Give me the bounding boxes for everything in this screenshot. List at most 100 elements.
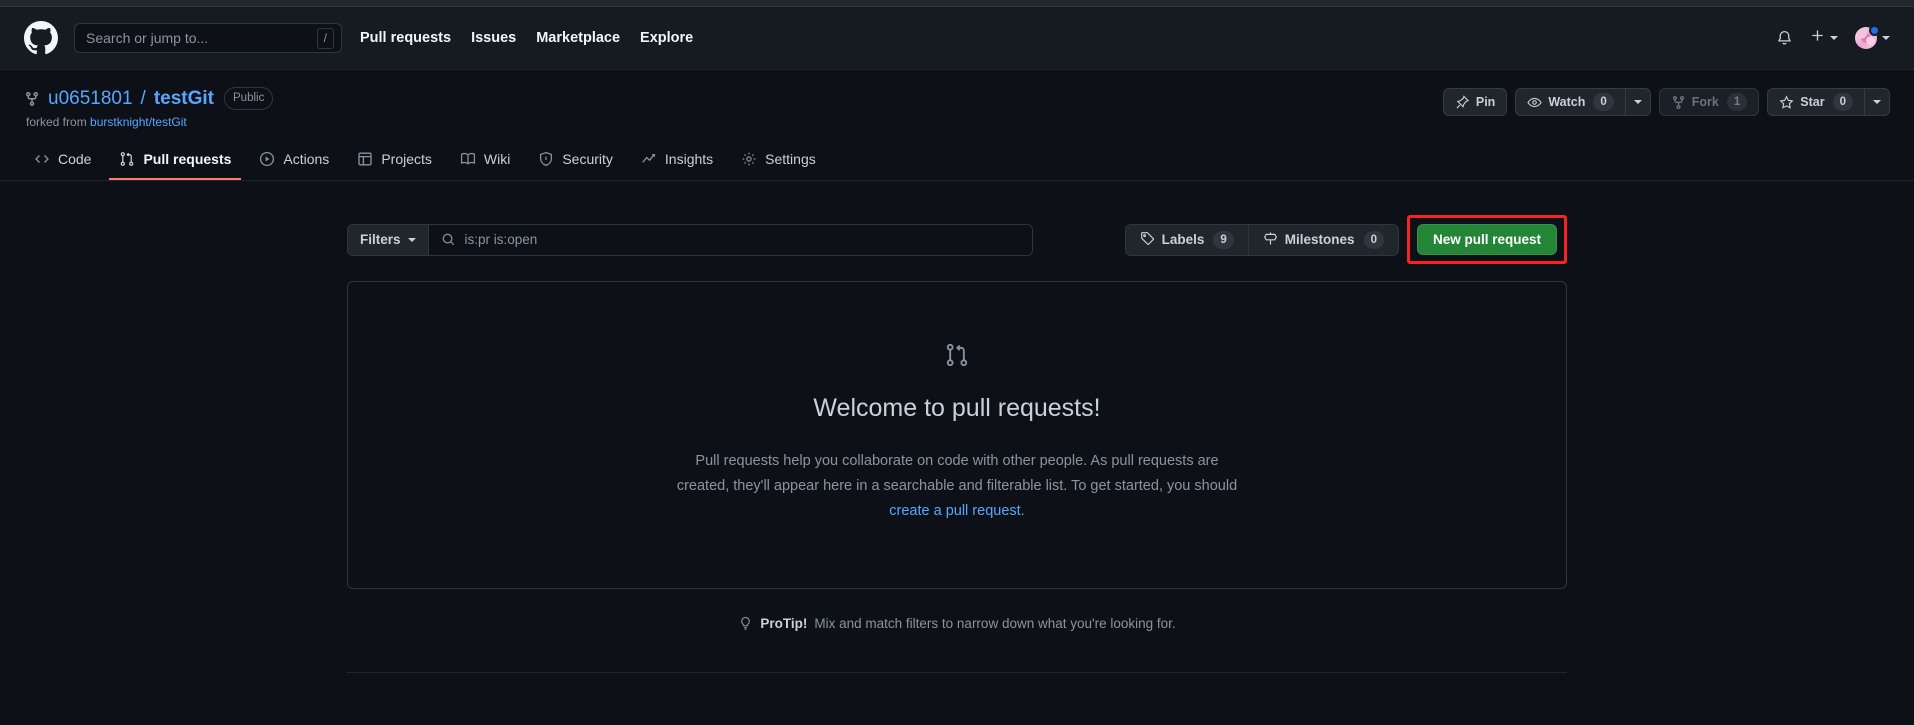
forked-from-label: forked from <box>26 115 87 129</box>
repo-name-link[interactable]: testGit <box>154 88 214 110</box>
github-mark-icon[interactable] <box>24 21 58 55</box>
tab-projects[interactable]: Projects <box>347 143 442 180</box>
tab-settings-label: Settings <box>765 151 816 167</box>
toolbar-right-actions: Labels 9 Milestones 0 New pull request <box>1124 215 1567 264</box>
git-pull-request-icon <box>119 151 135 167</box>
labels-count: 9 <box>1213 230 1234 249</box>
pr-search-value: is:pr is:open <box>464 232 538 247</box>
star-button[interactable]: Star 0 <box>1767 88 1865 116</box>
code-icon <box>34 151 50 167</box>
labels-label: Labels <box>1161 232 1205 247</box>
tab-insights[interactable]: Insights <box>631 143 723 180</box>
search-placeholder-text: Search or jump to... <box>86 30 209 46</box>
fork-count: 1 <box>1726 93 1748 111</box>
create-pull-request-link[interactable]: create a pull request <box>889 503 1020 519</box>
global-nav-issues[interactable]: Issues <box>471 30 516 46</box>
fork-label: Fork <box>1691 95 1719 109</box>
git-pull-request-icon <box>368 342 1546 368</box>
tab-wiki[interactable]: Wiki <box>450 143 520 180</box>
filters-dropdown-button[interactable]: Filters <box>348 224 429 255</box>
table-icon <box>357 151 373 167</box>
global-nav-explore[interactable]: Explore <box>640 30 693 46</box>
repo-forked-icon <box>24 91 40 107</box>
watch-button-group: Watch 0 <box>1515 88 1651 116</box>
star-count: 0 <box>1832 93 1853 111</box>
labels-milestones-group: Labels 9 Milestones 0 <box>1124 223 1399 256</box>
milestone-icon <box>1263 231 1278 249</box>
tab-actions[interactable]: Actions <box>249 143 339 180</box>
search-icon <box>441 232 456 247</box>
browser-chrome-strip <box>0 0 1914 7</box>
repository-nav: Code Pull requests Actions Projects Wiki… <box>0 143 1914 181</box>
tab-projects-label: Projects <box>381 151 432 167</box>
watch-label: Watch <box>1548 95 1586 109</box>
chevron-down-icon <box>1882 36 1890 40</box>
watch-dropdown-button[interactable] <box>1625 88 1651 116</box>
gear-icon <box>741 151 757 167</box>
star-dropdown-button[interactable] <box>1865 88 1890 116</box>
page-root: Search or jump to... / Pull requests Iss… <box>0 0 1914 725</box>
protip-text: Mix and match filters to narrow down wha… <box>814 616 1176 631</box>
tab-wiki-label: Wiki <box>483 151 511 167</box>
watch-count: 0 <box>1593 93 1614 111</box>
create-new-menu[interactable] <box>1810 28 1838 48</box>
repo-owner-link[interactable]: u0651801 <box>48 88 133 110</box>
status-dot <box>1869 25 1880 36</box>
pr-search-input[interactable]: is:pr is:open <box>428 224 1032 255</box>
avatar <box>1855 25 1880 49</box>
tab-insights-label: Insights <box>664 151 714 167</box>
shield-icon <box>538 151 554 167</box>
chevron-down-icon <box>1633 100 1642 104</box>
blankslate-text-part1: Pull requests help you collaborate on co… <box>676 453 1238 494</box>
milestones-label: Milestones <box>1284 232 1355 247</box>
book-icon <box>460 151 476 167</box>
tab-actions-label: Actions <box>283 151 330 167</box>
repo-forked-icon <box>1671 95 1686 110</box>
tag-icon <box>1140 231 1155 249</box>
tab-pull-requests[interactable]: Pull requests <box>109 143 242 180</box>
forked-from-line: forked from burstknight/testGit <box>24 115 1890 129</box>
chevron-down-icon <box>1830 36 1838 40</box>
global-nav-pull-requests[interactable]: Pull requests <box>360 30 451 46</box>
play-icon <box>259 151 275 167</box>
blankslate-title: Welcome to pull requests! <box>813 394 1101 422</box>
new-pull-request-highlight-wrapper: New pull request <box>1406 215 1567 264</box>
pull-requests-blankslate: Welcome to pull requests! Pull requests … <box>347 281 1567 589</box>
milestones-count: 0 <box>1363 230 1384 249</box>
eye-icon <box>1527 95 1543 110</box>
repository-actions: Pin Watch 0 Fork 1 Star 0 <box>1442 88 1890 116</box>
star-label: Star <box>1800 95 1825 109</box>
pin-button[interactable]: Pin <box>1442 88 1508 116</box>
lightbulb-icon <box>738 616 753 631</box>
user-menu[interactable] <box>1855 25 1890 49</box>
global-search-input[interactable]: Search or jump to... / <box>74 23 342 53</box>
chevron-down-icon <box>1873 100 1881 104</box>
tab-code[interactable]: Code <box>24 143 101 180</box>
star-button-group: Star 0 <box>1767 88 1890 116</box>
tab-security[interactable]: Security <box>528 143 623 180</box>
global-nav-marketplace[interactable]: Marketplace <box>536 30 620 46</box>
filters-and-search: Filters is:pr is:open <box>347 223 1033 256</box>
labels-button[interactable]: Labels 9 <box>1125 224 1248 255</box>
blankslate-text-part2: . <box>1020 503 1025 519</box>
star-icon <box>1779 94 1794 110</box>
protip-label: ProTip! <box>760 616 808 631</box>
chevron-down-icon <box>407 237 416 242</box>
pin-icon <box>1455 94 1470 110</box>
milestones-button[interactable]: Milestones 0 <box>1247 224 1398 255</box>
tab-code-label: Code <box>58 151 92 167</box>
pin-label: Pin <box>1475 95 1496 109</box>
forked-from-link[interactable]: burstknight/testGit <box>90 115 187 129</box>
watch-button[interactable]: Watch 0 <box>1515 88 1626 116</box>
repository-header: u0651801 / testGit Public forked from bu… <box>0 70 1914 129</box>
pull-request-toolbar: Filters is:pr is:open Labels 9 Milestone… <box>347 215 1567 264</box>
graph-icon <box>641 151 657 167</box>
tab-settings[interactable]: Settings <box>731 143 826 180</box>
fork-button[interactable]: Fork 1 <box>1658 88 1760 116</box>
bell-icon[interactable] <box>1776 30 1793 47</box>
footer-divider <box>347 672 1567 673</box>
new-pull-request-button[interactable]: New pull request <box>1416 224 1557 255</box>
tab-security-label: Security <box>562 151 613 167</box>
blankslate-description: Pull requests help you collaborate on co… <box>672 449 1242 524</box>
protip-row: ProTip! Mix and match filters to narrow … <box>347 616 1567 631</box>
